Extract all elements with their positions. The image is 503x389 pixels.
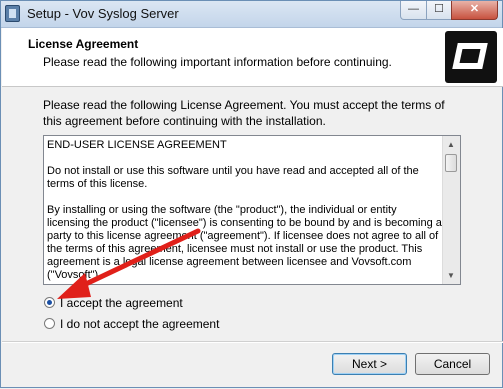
setup-window: Setup - Vov Syslog Server — ☐ ✕ License … bbox=[0, 0, 503, 388]
annotation-arrow-icon bbox=[57, 228, 201, 299]
